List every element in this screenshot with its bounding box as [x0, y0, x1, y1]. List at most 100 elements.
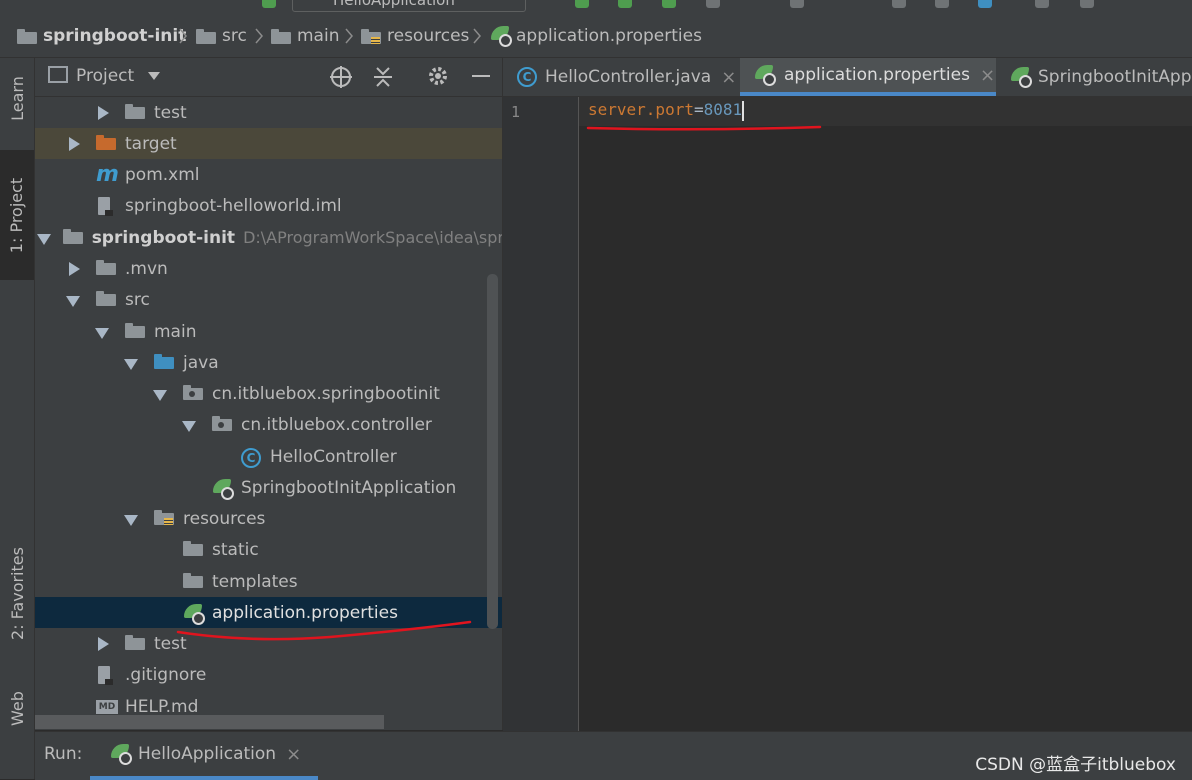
breadcrumb-src-label: src	[222, 26, 247, 46]
folder-icon	[96, 259, 116, 275]
tree-item-templates[interactable]: templates	[35, 566, 502, 597]
maven-icon: m	[96, 161, 119, 187]
spring-properties-icon	[754, 65, 776, 86]
breadcrumb-src[interactable]: src	[196, 25, 247, 47]
folder-icon	[271, 28, 291, 44]
collapse-arrow-icon[interactable]	[124, 512, 138, 526]
collapse-all-icon[interactable]	[372, 65, 394, 89]
property-value: 8081	[703, 100, 743, 119]
class-icon: C	[241, 447, 261, 468]
breadcrumb-module-label: springboot-init	[43, 26, 187, 46]
code-editor[interactable]: server.port=8081	[579, 97, 1192, 731]
tree-item-gitignore[interactable]: .gitignore	[35, 659, 502, 690]
tree-item-hellocontroller[interactable]: C HelloController	[35, 441, 502, 472]
tree-item-label: resources	[183, 508, 266, 529]
breadcrumb-module[interactable]: springboot-init	[17, 25, 186, 47]
web-tab[interactable]: Web	[0, 668, 34, 748]
profile-icon[interactable]	[662, 0, 676, 8]
breadcrumb-resources[interactable]: resources	[361, 25, 469, 47]
build-icon[interactable]	[706, 0, 720, 8]
expand-arrow-icon[interactable]	[66, 136, 80, 151]
property-key: server.port	[588, 100, 694, 119]
minimize-icon[interactable]	[472, 75, 490, 77]
project-vertical-scrollbar[interactable]	[487, 274, 498, 629]
tree-item-label: .gitignore	[125, 664, 207, 685]
tree-item-iml[interactable]: springboot-helloworld.iml	[35, 190, 502, 221]
folder-icon	[125, 103, 145, 119]
search-icon[interactable]	[1080, 0, 1094, 8]
breadcrumb-resources-label: resources	[387, 26, 470, 46]
tree-item-src[interactable]: src	[35, 284, 502, 315]
breadcrumb-file[interactable]: application.properties	[490, 25, 702, 47]
favorites-tab-label: 2: Favorites	[7, 546, 27, 640]
package-icon	[212, 415, 232, 431]
expand-arrow-icon[interactable]	[95, 105, 109, 120]
folder-orange-icon	[96, 134, 116, 150]
property-equals: =	[693, 100, 704, 119]
gear-icon[interactable]	[427, 65, 449, 87]
collapse-arrow-icon[interactable]	[37, 231, 51, 245]
collapse-arrow-icon[interactable]	[66, 293, 80, 307]
collapse-arrow-icon[interactable]	[182, 418, 196, 432]
tree-item-main[interactable]: main	[35, 316, 502, 347]
tree-item-test-src[interactable]: test	[35, 628, 502, 659]
tree-item-target[interactable]: target	[35, 128, 502, 159]
tree-item-package-springbootinit[interactable]: cn.itbluebox.springbootinit	[35, 378, 502, 409]
close-icon[interactable]: ×	[286, 744, 301, 765]
project-tab[interactable]: 1: Project	[0, 150, 34, 280]
run-icon[interactable]	[262, 0, 276, 8]
tree-item-label: target	[125, 133, 177, 154]
close-icon[interactable]: ×	[980, 65, 995, 86]
stop-icon[interactable]	[790, 0, 804, 8]
debug-icon[interactable]	[575, 0, 589, 8]
learn-tab-label: Learn	[7, 75, 27, 121]
project-horizontal-scrollbar[interactable]	[35, 715, 384, 729]
tree-item-application-properties[interactable]: application.properties	[35, 597, 502, 628]
locate-icon[interactable]	[329, 65, 353, 89]
collapse-arrow-icon[interactable]	[124, 356, 138, 370]
expand-arrow-icon[interactable]	[66, 261, 80, 276]
tree-item-label: test	[154, 102, 187, 123]
tree-item-package-controller[interactable]: cn.itbluebox.controller	[35, 409, 502, 440]
tree-item-test[interactable]: test	[35, 97, 502, 128]
tab-springbootinitapplication[interactable]: SpringbootInitAppl	[996, 58, 1192, 96]
collapse-arrow-icon[interactable]	[153, 387, 167, 401]
run-config-selector[interactable]: HelloApplication	[292, 0, 526, 12]
tab-application-properties[interactable]: application.properties ×	[740, 58, 996, 96]
breadcrumb-main[interactable]: main	[271, 25, 339, 47]
run-config-label: HelloApplication	[333, 0, 455, 9]
run-tab-helloapplication[interactable]: HelloApplication ×	[90, 732, 318, 780]
spring-properties-icon	[490, 26, 512, 47]
learn-tab[interactable]: Learn	[0, 58, 34, 138]
tree-item-label: main	[154, 321, 197, 342]
favorites-tab[interactable]: 2: Favorites	[0, 528, 34, 658]
structure-icon[interactable]	[935, 0, 949, 8]
close-icon[interactable]: ×	[721, 67, 736, 88]
collapse-arrow-icon[interactable]	[95, 325, 109, 339]
breadcrumb-main-label: main	[297, 26, 340, 46]
tree-item-java[interactable]: java	[35, 347, 502, 378]
tree-item-label: application.properties	[212, 602, 398, 623]
tab-hellocontroller[interactable]: C HelloController.java ×	[503, 58, 740, 96]
tree-item-label: test	[154, 633, 187, 654]
view-dropdown-icon[interactable]	[148, 72, 160, 80]
tree-item-springboot-init[interactable]: springboot-init D:\AProgramWorkSpace\ide…	[35, 222, 502, 253]
tree-item-resources[interactable]: resources	[35, 503, 502, 534]
coverage-icon[interactable]	[618, 0, 632, 8]
tree-item-mvn[interactable]: .mvn	[35, 253, 502, 284]
tree-item-label: springboot-helloworld.iml	[125, 195, 342, 216]
window-icon[interactable]	[1035, 0, 1049, 8]
resources-folder-icon	[154, 509, 174, 525]
expand-arrow-icon[interactable]	[95, 636, 109, 651]
code-line-1[interactable]: server.port=8081	[588, 100, 745, 121]
tree-item-label: java	[183, 352, 219, 373]
tree-item-static[interactable]: static	[35, 534, 502, 565]
run-label: Run:	[44, 744, 83, 764]
project-tab-label: 1: Project	[7, 177, 27, 253]
tree-item-pom[interactable]: m pom.xml	[35, 159, 502, 190]
tree-item-springbootinitapplication[interactable]: SpringbootInitApplication	[35, 472, 502, 503]
project-structure-icon[interactable]	[978, 0, 992, 8]
vcs-icon[interactable]	[892, 0, 906, 8]
package-icon	[183, 384, 203, 400]
tree-item-label: pom.xml	[125, 164, 200, 185]
